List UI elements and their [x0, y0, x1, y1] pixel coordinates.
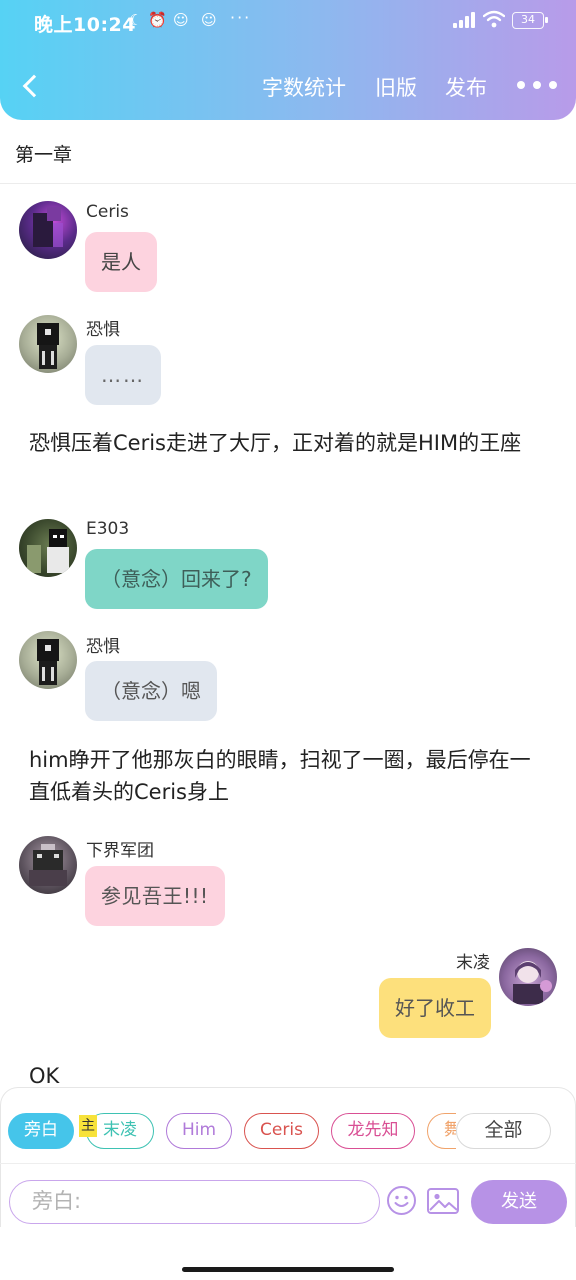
sender-name: 下界军团: [86, 841, 154, 861]
role-chip-ceris[interactable]: Ceris: [244, 1113, 319, 1149]
sender-name: E303: [86, 519, 130, 539]
emoji-icon[interactable]: [386, 1185, 417, 1216]
avatar[interactable]: [19, 519, 77, 577]
nav-bar: 字数统计 旧版 发布: [0, 60, 576, 116]
message-bubble[interactable]: （意念）回来了?: [85, 549, 268, 609]
role-chip-narrator[interactable]: 旁白: [8, 1113, 74, 1149]
word-count-button[interactable]: 字数统计: [262, 72, 346, 102]
status-time: 晚上10:24: [34, 14, 136, 36]
message-bubble[interactable]: ……: [85, 345, 161, 405]
message-bubble[interactable]: 好了收工: [379, 978, 491, 1038]
sender-name: 恐惧: [86, 637, 120, 657]
sender-name: Ceris: [86, 202, 129, 222]
chapter-header[interactable]: 第一章: [0, 120, 576, 184]
publish-button[interactable]: 发布: [445, 72, 487, 102]
moon-icon: ☾: [129, 11, 143, 29]
app-notification-icon-2: ☺: [201, 11, 217, 29]
all-roles-button[interactable]: 全部: [456, 1113, 551, 1149]
message-bubble[interactable]: （意念）嗯: [85, 661, 217, 721]
role-list[interactable]: 旁白 末凌 Him Ceris 龙先知 舞: [8, 1111, 456, 1151]
divider: [0, 1163, 576, 1164]
narration-text[interactable]: 恐惧压着Ceris走进了大厅，正对着的就是HIM的王座: [29, 427, 549, 459]
host-tag: 主: [79, 1115, 97, 1137]
status-bar: 晚上10:24 ☾ ⏰ ☺ ☺ ··· 34: [0, 0, 576, 42]
more-options-button[interactable]: [514, 78, 560, 92]
message-input[interactable]: 旁白:: [9, 1180, 380, 1224]
home-indicator[interactable]: [182, 1267, 394, 1272]
send-button[interactable]: 发送: [471, 1180, 567, 1224]
chapter-title: 第一章: [15, 144, 73, 166]
signal-icon: [453, 12, 477, 28]
message-bubble[interactable]: 是人: [85, 232, 157, 292]
sender-name: 末凌: [456, 953, 490, 973]
old-version-button[interactable]: 旧版: [375, 72, 417, 102]
wifi-icon: [483, 10, 505, 28]
role-chip-dragon-prophet[interactable]: 龙先知: [331, 1113, 415, 1149]
back-button[interactable]: [14, 68, 50, 104]
avatar[interactable]: [499, 948, 557, 1006]
input-panel: 旁白 末凌 Him Ceris 龙先知 舞 主 全部 旁白: 发送: [0, 1087, 576, 1280]
role-chip-partial[interactable]: 舞: [427, 1113, 456, 1149]
image-icon[interactable]: [427, 1188, 459, 1214]
role-selector: 旁白 末凌 Him Ceris 龙先知 舞 主 全部: [0, 1111, 576, 1151]
battery-icon: 34: [512, 12, 548, 29]
app-notification-icon: ☺: [173, 11, 189, 29]
narration-text[interactable]: him睁开了他那灰白的眼睛，扫视了一圈，最后停在一直低着头的Ceris身上: [29, 744, 549, 808]
sender-name: 恐惧: [86, 320, 120, 340]
avatar[interactable]: [19, 836, 77, 894]
more-notifications-icon: ···: [230, 8, 252, 27]
role-chip-him[interactable]: Him: [166, 1113, 232, 1149]
header: 晚上10:24 ☾ ⏰ ☺ ☺ ··· 34 字数统计 旧版 发布: [0, 0, 576, 120]
avatar[interactable]: [19, 631, 77, 689]
message-bubble[interactable]: 参见吾王!!!: [85, 866, 225, 926]
avatar[interactable]: [19, 201, 77, 259]
chat-story-editor: 晚上10:24 ☾ ⏰ ☺ ☺ ··· 34 字数统计 旧版 发布 第一章 Ce…: [0, 0, 576, 1280]
alarm-icon: ⏰: [148, 11, 167, 29]
avatar[interactable]: [19, 315, 77, 373]
